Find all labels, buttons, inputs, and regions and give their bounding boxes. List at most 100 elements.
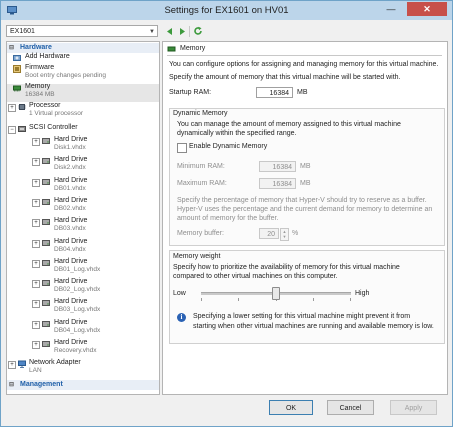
- refresh-icon: [193, 26, 202, 35]
- tree-item-hard-drive[interactable]: + Hard Drive DB02.vhdx: [7, 197, 159, 216]
- dynamic-memory-desc: You can manage the amount of memory assi…: [177, 121, 401, 128]
- hard-drive-icon: [42, 260, 50, 266]
- hard-drive-icon: [42, 321, 50, 327]
- expand-icon[interactable]: +: [32, 321, 40, 329]
- section-hardware[interactable]: ⊟ Hardware: [7, 43, 159, 53]
- expand-icon[interactable]: +: [32, 179, 40, 187]
- expand-icon[interactable]: +: [32, 240, 40, 248]
- maximum-ram-label: Maximum RAM:: [177, 180, 227, 187]
- memory-icon: [167, 46, 176, 52]
- expand-icon[interactable]: +: [32, 199, 40, 207]
- tree-item-firmware[interactable]: Firmware Boot entry changes pending: [7, 64, 159, 83]
- tree-item-hard-drive[interactable]: + Hard Drive DB01.vhdx: [7, 177, 159, 196]
- expand-icon[interactable]: +: [32, 158, 40, 166]
- collapse-icon[interactable]: ⊟: [9, 380, 14, 390]
- toolbar-divider: [189, 26, 190, 37]
- hard-drive-icon: [42, 219, 50, 225]
- vm-selector[interactable]: EX1601 ▼: [6, 25, 158, 37]
- tree-item-label: Network Adapter: [29, 359, 81, 366]
- tree-item-hard-drive[interactable]: + Hard Drive DB04_Log.vhdx: [7, 319, 159, 338]
- cancel-button[interactable]: Cancel: [327, 400, 374, 415]
- tree-item-network-adapter[interactable]: + Network Adapter LAN: [7, 359, 159, 378]
- section-management[interactable]: ⊟ Management: [7, 380, 159, 390]
- tree-item-label: Processor: [29, 102, 61, 109]
- hard-drive-icon: [42, 300, 50, 306]
- weight-note: starting when other virtual machines are…: [193, 323, 434, 330]
- expand-icon[interactable]: +: [8, 104, 16, 112]
- tree-item-add-hardware[interactable]: Add Hardware: [7, 53, 159, 64]
- minimum-ram-unit: MB: [300, 163, 311, 170]
- slider-tick: [313, 298, 314, 301]
- add-hardware-icon: [13, 55, 21, 61]
- expand-icon[interactable]: +: [32, 341, 40, 349]
- intro-text: You can configure options for assigning …: [169, 61, 439, 68]
- tree-item-hard-drive[interactable]: + Hard Drive DB03.vhdx: [7, 217, 159, 236]
- processor-icon: [18, 104, 26, 110]
- tree-item-hard-drive[interactable]: + Hard Drive DB03_Log.vhdx: [7, 298, 159, 317]
- tree-item-hard-drive[interactable]: + Hard Drive Disk2.vhdx: [7, 156, 159, 175]
- weight-note: Specifying a lower setting for this virt…: [193, 313, 411, 320]
- tree-item-label: Add Hardware: [25, 53, 70, 60]
- tree-item-detail: 16384 MB: [25, 91, 55, 98]
- collapse-icon[interactable]: −: [8, 126, 16, 134]
- tree-item-label: Memory: [25, 83, 51, 90]
- weight-high-label: High: [355, 290, 370, 297]
- slider-tick: [201, 298, 202, 301]
- expand-icon[interactable]: +: [32, 280, 40, 288]
- maximum-ram-unit: MB: [300, 180, 311, 187]
- tree-item-scsi-controller[interactable]: − SCSI Controller: [7, 124, 159, 135]
- minimize-button[interactable]: —: [380, 2, 402, 16]
- tree-item-processor[interactable]: + Processor 1 Virtual processor: [7, 102, 159, 121]
- hard-drive-icon: [42, 199, 50, 205]
- dynamic-memory-title: Dynamic Memory: [173, 110, 228, 117]
- maximum-ram-input[interactable]: 16384: [259, 178, 296, 189]
- close-button[interactable]: ✕: [407, 2, 447, 16]
- expand-icon[interactable]: +: [32, 300, 40, 308]
- scsi-controller-icon: [18, 126, 26, 132]
- expand-icon[interactable]: +: [32, 219, 40, 227]
- tree-item-hard-drive[interactable]: + Hard Drive Recovery.vhdx: [7, 339, 159, 358]
- tree-item-label: Firmware: [25, 64, 55, 71]
- refresh-button[interactable]: [192, 24, 203, 38]
- memory-weight-slider[interactable]: [201, 285, 351, 305]
- startup-ram-unit: MB: [297, 89, 308, 96]
- memory-buffer-label: Memory buffer:: [177, 230, 224, 237]
- buffer-description: Specify the percentage of memory that Hy…: [177, 197, 427, 204]
- hard-drive-icon: [42, 158, 50, 164]
- dynamic-memory-group: [169, 108, 445, 246]
- enable-dynamic-memory-checkbox[interactable]: [177, 143, 187, 153]
- vm-selector-value: EX1601: [10, 28, 35, 35]
- firmware-icon: [13, 65, 21, 73]
- tree-item-hard-drive[interactable]: + Hard Drive DB02_Log.vhdx: [7, 278, 159, 297]
- ok-button[interactable]: OK: [269, 400, 313, 415]
- tree-item-hard-drive[interactable]: + Hard Drive DB01_Log.vhdx: [7, 258, 159, 277]
- tree-item-label: Hard Drive: [54, 197, 88, 204]
- tree-item-detail: Recovery.vhdx: [54, 347, 97, 354]
- apply-button[interactable]: Apply: [390, 400, 437, 415]
- enable-dynamic-memory-label[interactable]: Enable Dynamic Memory: [189, 143, 267, 150]
- memory-icon: [13, 85, 21, 92]
- memory-buffer-unit: %: [292, 230, 299, 237]
- expand-icon[interactable]: +: [32, 260, 40, 268]
- forward-button[interactable]: [177, 24, 187, 38]
- back-button[interactable]: [164, 24, 174, 38]
- tree-item-label: Hard Drive: [54, 217, 88, 224]
- tree-item-detail: Disk1.vhdx: [54, 144, 86, 151]
- memory-buffer-spinner[interactable]: ▲ ▼: [280, 228, 289, 241]
- memory-buffer-input[interactable]: 20: [259, 228, 279, 239]
- slider-thumb[interactable]: [272, 287, 280, 300]
- tree-item-detail: DB03_Log.vhdx: [54, 306, 101, 313]
- startup-ram-input[interactable]: 16384: [256, 87, 293, 98]
- expand-icon[interactable]: +: [8, 361, 16, 369]
- network-adapter-icon: [18, 360, 26, 368]
- tree-item-hard-drive[interactable]: + Hard Drive DB04.vhdx: [7, 238, 159, 257]
- tree-item-memory[interactable]: Memory 16384 MB: [7, 83, 159, 102]
- collapse-icon[interactable]: ⊟: [9, 43, 14, 53]
- expand-icon[interactable]: +: [32, 138, 40, 146]
- tree-item-hard-drive[interactable]: + Hard Drive Disk1.vhdx: [7, 136, 159, 155]
- panel-title: Memory: [180, 45, 206, 52]
- tree-item-label: SCSI Controller: [29, 124, 78, 131]
- chevron-down-icon: ▼: [149, 29, 155, 35]
- minimum-ram-input[interactable]: 16384: [259, 161, 296, 172]
- section-management-label: Management: [20, 381, 63, 388]
